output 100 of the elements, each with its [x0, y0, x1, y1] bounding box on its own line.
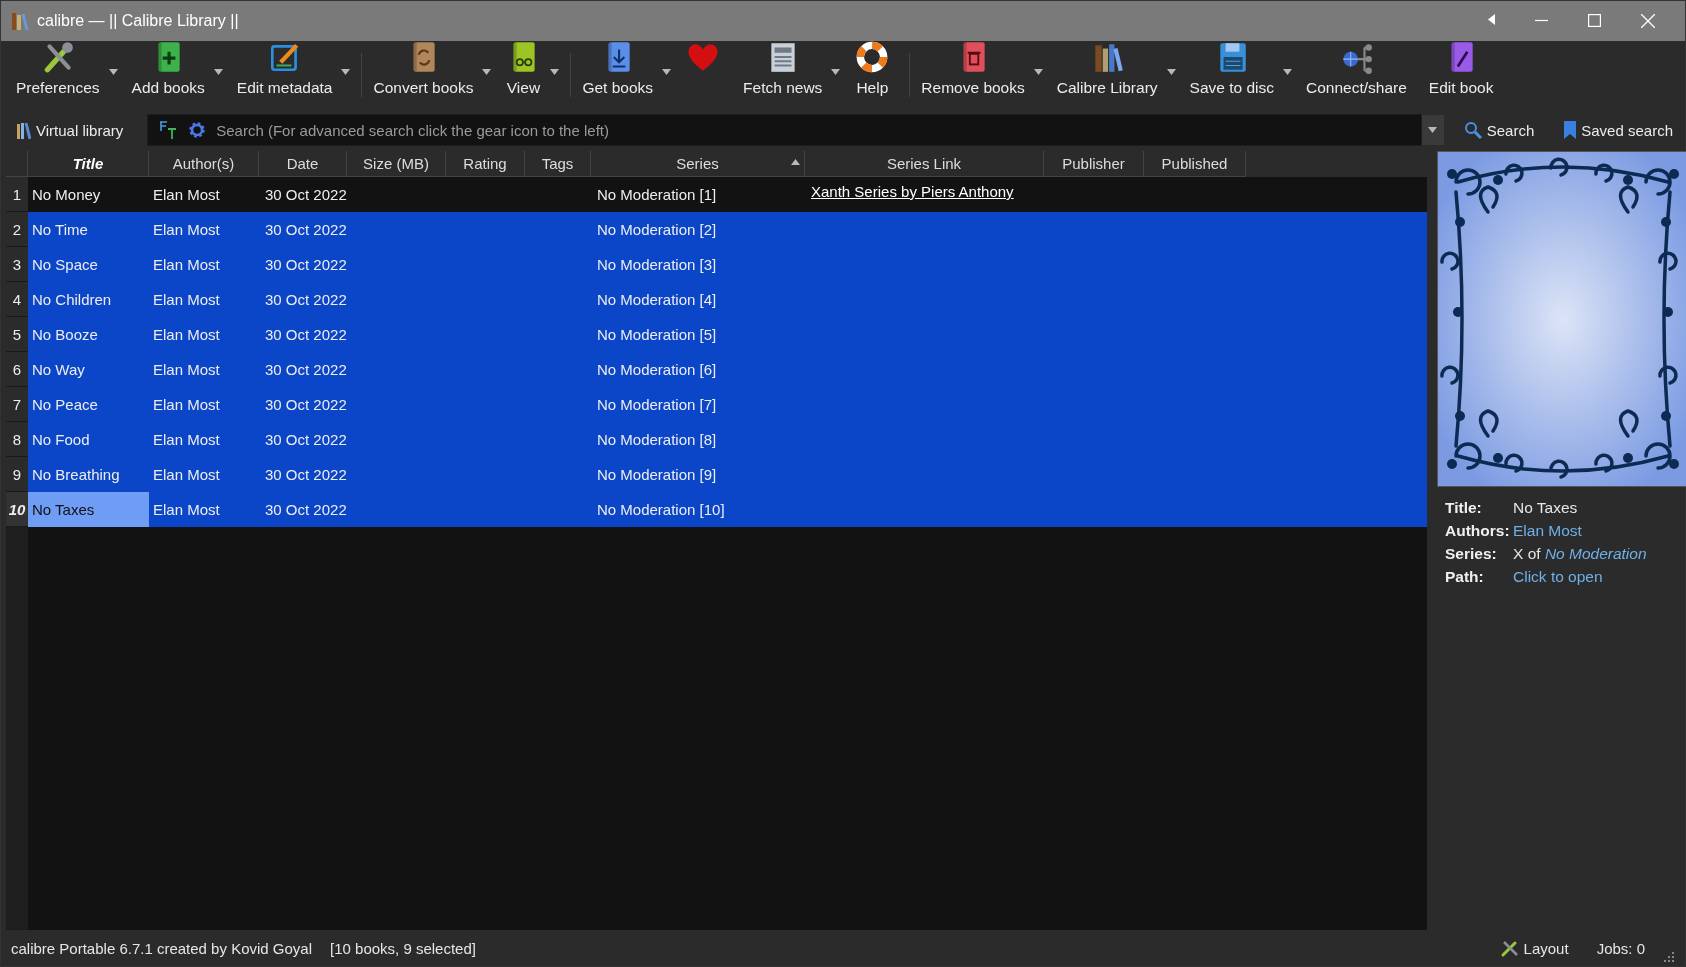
title-cell-text: No Space — [31, 255, 99, 275]
column-header[interactable]: Rating — [446, 151, 525, 177]
author-cell-text: Elan Most — [152, 430, 221, 450]
author-cell-text: Elan Most — [152, 395, 221, 415]
author-cell-text: Elan Most — [152, 185, 221, 205]
layout-button[interactable]: Layout — [1499, 938, 1569, 958]
window-title: calibre — || Calibre Library || — [37, 12, 240, 30]
column-header[interactable]: Publisher — [1044, 151, 1144, 177]
column-header[interactable]: Date — [259, 151, 347, 177]
column-header[interactable]: Series Link — [805, 151, 1044, 177]
search-button[interactable]: Search — [1457, 118, 1541, 142]
virtual-library-button[interactable]: Virtual library — [11, 118, 130, 142]
row-number: 5 — [6, 317, 28, 352]
field-label: Title: — [1445, 499, 1483, 517]
series-link[interactable]: Xanth Series by Piers Anthony — [811, 183, 1014, 200]
toolbar-button[interactable]: Help — [847, 35, 898, 97]
jobs-text: Jobs: 0 — [1596, 939, 1645, 957]
selected-row-highlight[interactable]: 8 No Food Elan Most 30 Oct 2022 No Moderation [8] — [6, 422, 1427, 457]
column-header[interactable]: Published — [1144, 151, 1246, 177]
saved-search-button[interactable]: Saved search — [1558, 118, 1679, 142]
row-number: 1 — [6, 177, 28, 212]
title-cell-text: No Breathing — [31, 465, 121, 485]
field-value: X of No Moderation — [1513, 545, 1648, 563]
title-cell-text: No Booze — [31, 325, 99, 345]
title-cell-text: No Way — [31, 360, 86, 380]
series-cell-text: No Moderation [8] — [596, 430, 718, 450]
column-header[interactable]: Author(s) — [149, 151, 259, 177]
series-cell-text: No Moderation [4] — [596, 290, 718, 310]
search-input[interactable]: Search (For advanced search click the gear icon to the left) — [216, 121, 1413, 139]
toolbar-button[interactable]: Calibre Library — [1049, 35, 1165, 97]
date-cell-text: 30 Oct 2022 — [264, 430, 347, 450]
date-cell-text: 30 Oct 2022 — [264, 500, 347, 520]
row-number: 2 — [6, 212, 28, 247]
date-cell-text: 30 Oct 2022 — [264, 290, 347, 310]
series-cell-text: No Moderation [2] — [596, 220, 718, 240]
author-cell-text: Elan Most — [152, 325, 221, 345]
field-label: Series: — [1445, 545, 1498, 563]
series-cell-text: No Moderation [5] — [596, 325, 718, 345]
row-number: 10 — [6, 492, 28, 527]
search-field[interactable]: Search (For advanced search click the gear icon to the left) — [147, 114, 1422, 146]
selected-row-highlight[interactable]: 9 No Breathing Elan Most 30 Oct 2022 No Moderation [9] — [6, 457, 1427, 492]
toolbar-button[interactable]: Add books — [124, 35, 212, 97]
field-link[interactable]: Elan Most — [1513, 522, 1685, 540]
author-cell-text: Elan Most — [152, 290, 221, 310]
series-cell-text: No Moderation [10] — [596, 500, 726, 520]
column-header[interactable]: Series — [591, 151, 805, 177]
status-text: calibre Portable 6.7.1 created by Kovid Goyal — [11, 939, 312, 957]
toolbar-button[interactable]: Connect/share — [1299, 35, 1414, 97]
selected-row-highlight[interactable]: 5 No Booze Elan Most 30 Oct 2022 No Moderation [5] — [6, 317, 1427, 352]
column-header[interactable]: Size (MB) — [347, 151, 446, 177]
series-cell-text: No Moderation [6] — [596, 360, 718, 380]
row-number: 7 — [6, 387, 28, 422]
status-text: [10 books, 9 selected] — [330, 939, 476, 957]
title-cell-text: No Money — [31, 185, 102, 205]
field-label: Authors: — [1445, 522, 1511, 540]
series-cell-text: No Moderation [7] — [596, 395, 718, 415]
toolbar-button[interactable]: Remove books — [914, 35, 1032, 97]
column-header[interactable]: Tags — [525, 151, 591, 177]
row-number: 8 — [6, 422, 28, 457]
title-cell-text: No Children — [31, 290, 113, 310]
column-header[interactable]: Title — [28, 151, 149, 177]
selected-row-highlight[interactable]: 2 No Time Elan Most 30 Oct 2022 No Moderation [2] — [6, 212, 1427, 247]
row-number: 9 — [6, 457, 28, 492]
date-cell-text: 30 Oct 2022 — [264, 255, 347, 275]
field-link[interactable]: Click to open — [1513, 568, 1685, 586]
author-cell-text: Elan Most — [152, 255, 221, 275]
date-cell-text: 30 Oct 2022 — [264, 360, 347, 380]
toolbar-button[interactable]: View — [498, 35, 549, 97]
selected-row-highlight[interactable]: 3 No Space Elan Most 30 Oct 2022 No Moderation [3] — [6, 247, 1427, 282]
toolbar-button[interactable]: Convert books — [366, 35, 481, 97]
title-cell-text: No Peace — [31, 395, 99, 415]
date-cell-text: 30 Oct 2022 — [264, 395, 347, 415]
field-value: No Taxes — [1513, 499, 1579, 517]
row-number: 3 — [6, 247, 28, 282]
selected-row-highlight[interactable]: 7 No Peace Elan Most 30 Oct 2022 No Moderation [7] — [6, 387, 1427, 422]
selected-row-highlight[interactable]: 6 No Way Elan Most 30 Oct 2022 No Moderation [6] — [6, 352, 1427, 387]
author-cell-text: Elan Most — [152, 360, 221, 380]
toolbar-button[interactable]: Edit book — [1421, 35, 1501, 97]
date-cell-text: 30 Oct 2022 — [264, 185, 347, 205]
date-cell-text: 30 Oct 2022 — [264, 220, 347, 240]
title-cell-text: No Time — [31, 220, 89, 240]
field-label: Path: — [1445, 568, 1485, 586]
date-cell-text: 30 Oct 2022 — [264, 325, 347, 345]
date-cell-text: 30 Oct 2022 — [264, 465, 347, 485]
toolbar-button[interactable]: Save to disc — [1182, 35, 1281, 97]
author-cell-text: Elan Most — [152, 220, 221, 240]
row-number: 4 — [6, 282, 28, 317]
selected-row-highlight[interactable]: 10 No Taxes Elan Most 30 Oct 2022 No Moderation [10] — [6, 492, 1427, 527]
toolbar-button[interactable]: Get books — [575, 35, 661, 97]
author-cell-text: Elan Most — [152, 465, 221, 485]
toolbar-button[interactable]: Fetch news — [736, 35, 830, 97]
row-number: 6 — [6, 352, 28, 387]
title-cell-text: No Food — [31, 430, 91, 450]
title-cell: No Taxes — [28, 492, 149, 527]
author-cell-text: Elan Most — [152, 500, 221, 520]
series-cell-text: No Moderation [9] — [596, 465, 718, 485]
series-cell-text: No Moderation [1] — [596, 185, 718, 205]
selected-row-highlight[interactable]: 4 No Children Elan Most 30 Oct 2022 No Moderation [4] — [6, 282, 1427, 317]
toolbar-button[interactable]: Preferences — [9, 35, 107, 97]
toolbar-button[interactable]: Edit metadata — [229, 35, 340, 97]
